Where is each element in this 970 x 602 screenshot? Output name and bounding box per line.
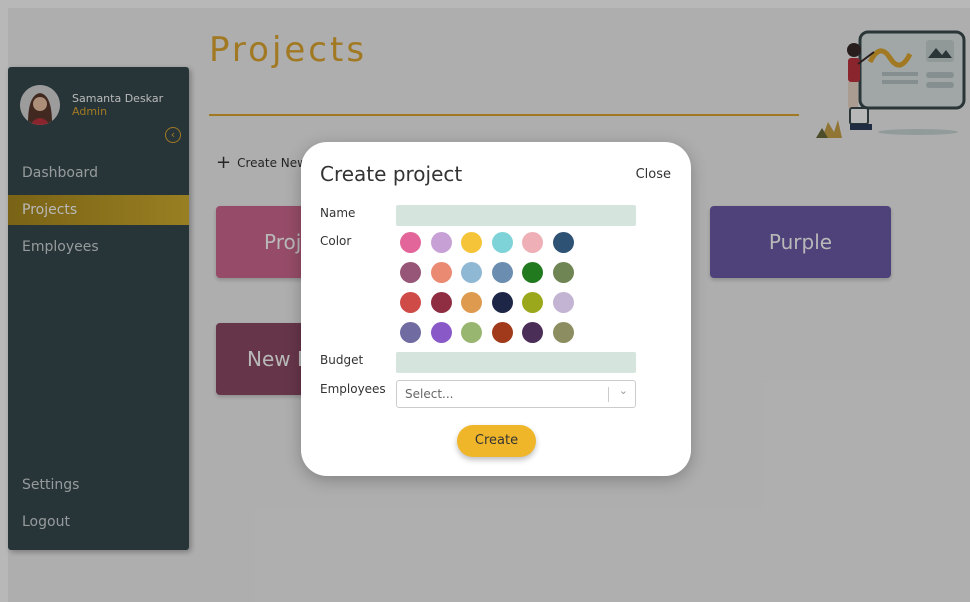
color-swatch[interactable] [552,262,574,283]
name-input[interactable] [396,205,636,226]
color-swatch[interactable] [522,322,543,343]
color-swatch[interactable] [522,262,543,283]
employees-label: Employees [320,382,386,396]
budget-input[interactable] [396,352,636,373]
color-swatch[interactable] [430,292,452,313]
color-swatch[interactable] [461,292,482,313]
modal-title: Create project [320,162,463,186]
color-swatch[interactable] [400,232,421,253]
color-swatch[interactable] [430,322,452,343]
name-label: Name [320,206,356,220]
color-swatch[interactable] [522,292,543,313]
color-swatch[interactable] [400,322,421,343]
select-separator [608,387,609,402]
color-swatch[interactable] [491,232,513,253]
employees-select[interactable]: Select... ⌄ [396,380,636,408]
color-swatch[interactable] [461,262,482,283]
color-swatch[interactable] [400,262,421,283]
employees-select-placeholder: Select... [405,387,454,401]
color-swatch[interactable] [522,232,543,253]
color-swatch[interactable] [552,322,574,343]
color-swatch[interactable] [461,322,482,343]
color-swatch[interactable] [491,262,513,283]
color-swatch[interactable] [461,232,482,253]
color-swatch[interactable] [491,322,513,343]
color-swatch[interactable] [400,292,421,313]
color-picker [400,232,574,343]
color-label: Color [320,234,352,248]
color-swatch[interactable] [430,232,452,253]
create-button[interactable]: Create [457,425,536,457]
chevron-down-icon[interactable]: ⌄ [619,384,628,397]
close-button[interactable]: Close [636,167,671,182]
color-swatch[interactable] [552,292,574,313]
budget-label: Budget [320,353,364,367]
color-swatch[interactable] [552,232,574,253]
create-project-modal: Create project Close Name Color Budget E… [301,142,691,476]
color-swatch[interactable] [430,262,452,283]
color-swatch[interactable] [491,292,513,313]
